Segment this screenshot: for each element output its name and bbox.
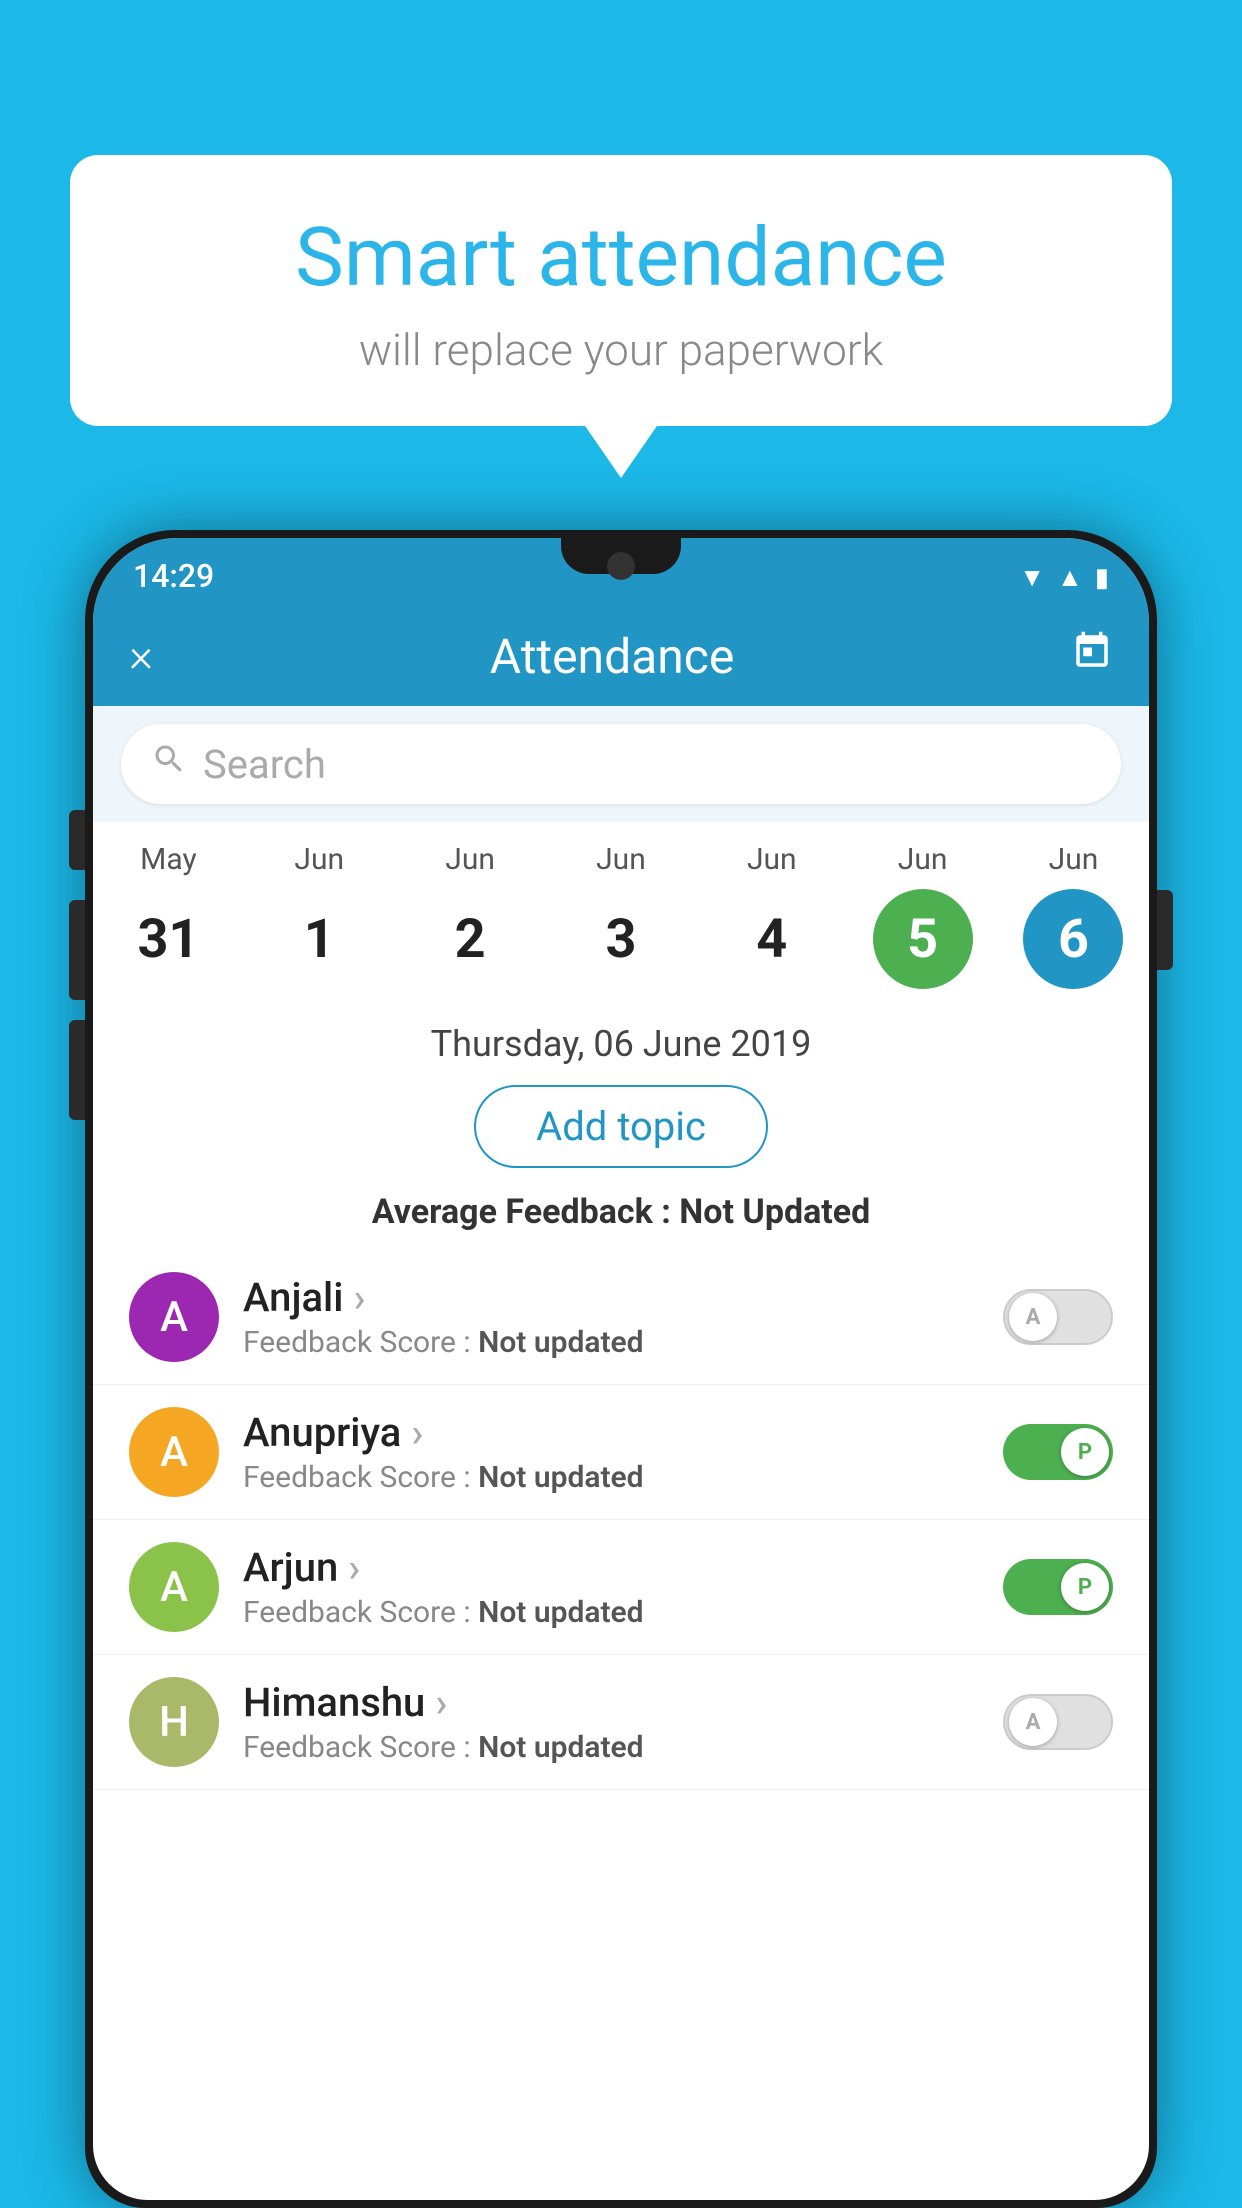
attendance-toggle[interactable]: P xyxy=(1003,1559,1113,1615)
silent-button xyxy=(69,810,85,870)
status-icons xyxy=(1019,560,1109,593)
cal-date: 31 xyxy=(118,889,218,989)
volume-up-button xyxy=(69,900,85,1000)
student-name: Arjun xyxy=(243,1544,979,1591)
status-time: 14:29 xyxy=(133,557,214,595)
app-bar: × Attendance xyxy=(93,606,1149,706)
power-button xyxy=(1157,890,1173,970)
calendar-day-5[interactable]: Jun 5 xyxy=(863,842,983,989)
student-feedback: Feedback Score : Not updated xyxy=(243,1730,979,1765)
student-list: AAnjaliFeedback Score : Not updatedAAAnu… xyxy=(93,1250,1149,1790)
student-info: Anupriya Feedback Score : Not updated xyxy=(243,1409,979,1495)
student-item[interactable]: A Arjun Feedback Score : Not updated P xyxy=(93,1520,1149,1655)
phone-frame: 14:29 × Attendance xyxy=(85,530,1157,2208)
student-info: Anjali Feedback Score : Not updated xyxy=(243,1274,979,1360)
cal-month: Jun xyxy=(294,842,344,877)
student-feedback: Feedback Score : Not updated xyxy=(243,1325,979,1360)
volume-down-button xyxy=(69,1020,85,1120)
cal-month: Jun xyxy=(445,842,495,877)
battery-icon xyxy=(1095,560,1109,593)
close-button[interactable]: × xyxy=(129,629,153,683)
student-feedback: Feedback Score : Not updated xyxy=(243,1460,979,1495)
student-info: Himanshu Feedback Score : Not updated xyxy=(243,1679,979,1765)
signal-icon xyxy=(1057,560,1083,593)
cal-date: 1 xyxy=(269,889,369,989)
toggle-thumb: P xyxy=(1061,1428,1109,1476)
student-name: Anjali xyxy=(243,1274,979,1321)
wifi-icon xyxy=(1019,560,1045,593)
cal-date: 5 xyxy=(873,889,973,989)
student-name: Himanshu xyxy=(243,1679,979,1726)
student-avatar: A xyxy=(129,1407,219,1497)
app-bar-title: Attendance xyxy=(183,628,1041,685)
cal-date: 6 xyxy=(1023,889,1123,989)
calendar-day-3[interactable]: Jun 3 xyxy=(561,842,681,989)
bubble-title: Smart attendance xyxy=(130,210,1112,306)
cal-month: Jun xyxy=(898,842,948,877)
student-avatar: A xyxy=(129,1272,219,1362)
calendar-day-6[interactable]: Jun 6 xyxy=(1013,842,1133,989)
avg-feedback-label: Average Feedback : xyxy=(372,1192,680,1232)
bubble-subtitle: will replace your paperwork xyxy=(130,324,1112,376)
cal-date: 3 xyxy=(571,889,671,989)
search-icon xyxy=(151,741,187,787)
student-avatar: H xyxy=(129,1677,219,1767)
cal-month: Jun xyxy=(596,842,646,877)
cal-date: 4 xyxy=(722,889,822,989)
student-avatar: A xyxy=(129,1542,219,1632)
student-item[interactable]: A Anupriya Feedback Score : Not updated P xyxy=(93,1385,1149,1520)
calendar-strip: May 31 Jun 1 Jun 2 Jun 3 Jun 4 Jun 5 Jun 6 xyxy=(93,822,1149,1013)
avg-feedback: Average Feedback : Not Updated xyxy=(93,1186,1149,1250)
student-name: Anupriya xyxy=(243,1409,979,1456)
speech-bubble: Smart attendance will replace your paper… xyxy=(70,155,1172,426)
toggle-thumb: P xyxy=(1061,1563,1109,1611)
search-placeholder: Search xyxy=(203,741,326,788)
calendar-day-4[interactable]: Jun 4 xyxy=(712,842,832,989)
cal-month: Jun xyxy=(747,842,797,877)
student-item[interactable]: A Anjali Feedback Score : Not updated A xyxy=(93,1250,1149,1385)
selected-date-label: Thursday, 06 June 2019 xyxy=(93,1013,1149,1071)
add-topic-container: Add topic xyxy=(93,1071,1149,1186)
attendance-toggle[interactable]: A xyxy=(1003,1694,1113,1750)
calendar-day-2[interactable]: Jun 2 xyxy=(410,842,530,989)
calendar-day-1[interactable]: Jun 1 xyxy=(259,842,379,989)
toggle-thumb: A xyxy=(1009,1698,1057,1746)
cal-date: 2 xyxy=(420,889,520,989)
cal-month: Jun xyxy=(1049,842,1099,877)
avg-feedback-value: Not Updated xyxy=(679,1192,870,1232)
search-bar[interactable]: Search xyxy=(121,724,1121,804)
calendar-day-0[interactable]: May 31 xyxy=(108,842,228,989)
attendance-toggle[interactable]: P xyxy=(1003,1424,1113,1480)
student-feedback: Feedback Score : Not updated xyxy=(243,1595,979,1630)
speech-bubble-container: Smart attendance will replace your paper… xyxy=(70,155,1172,426)
student-info: Arjun Feedback Score : Not updated xyxy=(243,1544,979,1630)
camera-dot xyxy=(607,552,635,580)
toggle-thumb: A xyxy=(1009,1293,1057,1341)
attendance-toggle[interactable]: A xyxy=(1003,1289,1113,1345)
phone-screen: 14:29 × Attendance xyxy=(93,538,1149,2200)
search-container: Search xyxy=(93,706,1149,822)
add-topic-button[interactable]: Add topic xyxy=(474,1085,768,1168)
calendar-icon[interactable] xyxy=(1071,630,1113,683)
student-item[interactable]: H Himanshu Feedback Score : Not updated A xyxy=(93,1655,1149,1790)
cal-month: May xyxy=(140,842,196,877)
